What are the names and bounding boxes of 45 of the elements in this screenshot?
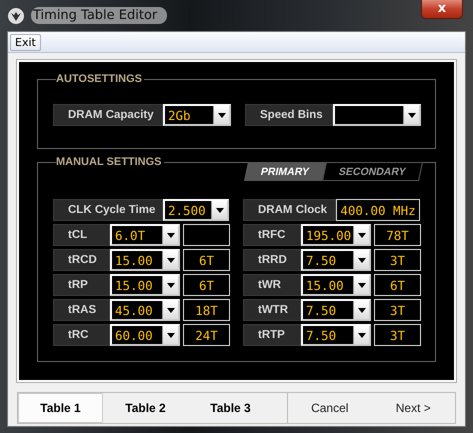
value-box: 400.00 MHz xyxy=(336,199,420,221)
dropdown[interactable]: 7.50 xyxy=(301,249,371,271)
value-box: 6T xyxy=(374,274,421,296)
field-label: tRCD xyxy=(53,249,110,271)
value-box: 3T xyxy=(374,324,421,346)
field-label: tCL xyxy=(53,224,110,246)
dropdown[interactable]: 60.00 xyxy=(110,324,180,346)
value-box xyxy=(183,224,230,246)
field-label: tRC xyxy=(53,324,110,346)
field-label: tRP xyxy=(53,274,110,296)
dropdown[interactable]: 45.00 xyxy=(110,299,180,321)
field-label: tRFC xyxy=(243,224,301,246)
window-title: Timing Table Editor xyxy=(31,7,168,24)
field-label: tRRD xyxy=(243,249,301,271)
field-label: tRAS xyxy=(53,299,110,321)
field-label: DRAM Clock xyxy=(243,199,336,221)
value-box: 3T xyxy=(374,299,421,321)
dropdown[interactable]: 2Gb xyxy=(163,104,231,126)
field-label: tRTP xyxy=(243,324,301,346)
tab[interactable]: PRIMARY xyxy=(244,162,326,181)
field-label: tWR xyxy=(243,274,301,296)
value-box: 24T xyxy=(183,324,230,346)
dropdown[interactable]: 7.50 xyxy=(301,324,371,346)
field-label: tWTR xyxy=(243,299,301,321)
field-label: Speed Bins xyxy=(245,104,333,126)
value-box: 6T xyxy=(183,249,230,271)
app-logo-icon xyxy=(7,6,25,24)
value-box: 18T xyxy=(183,299,230,321)
tab[interactable]: SECONDARY xyxy=(322,162,424,181)
dropdown[interactable] xyxy=(333,104,421,126)
menu-item[interactable]: Exit xyxy=(10,34,41,50)
dropdown[interactable]: 15.00 xyxy=(301,274,371,296)
field-label: CLK Cycle Time xyxy=(53,199,163,221)
dropdown[interactable]: 2.500 xyxy=(163,199,229,221)
dropdown[interactable]: 6.0T xyxy=(110,224,180,246)
field-label: DRAM Capacity xyxy=(53,104,163,126)
dropdown[interactable]: 7.50 xyxy=(301,299,371,321)
value-box: 78T xyxy=(374,224,421,246)
dropdown[interactable]: 15.00 xyxy=(110,274,180,296)
dropdown[interactable]: 195.00 xyxy=(301,224,371,246)
dropdown[interactable]: 15.00 xyxy=(110,249,180,271)
tab[interactable]: Table 1 xyxy=(18,393,103,423)
close-button[interactable]: x xyxy=(421,0,463,19)
value-box: 6T xyxy=(183,274,230,296)
value-box: 3T xyxy=(374,249,421,271)
